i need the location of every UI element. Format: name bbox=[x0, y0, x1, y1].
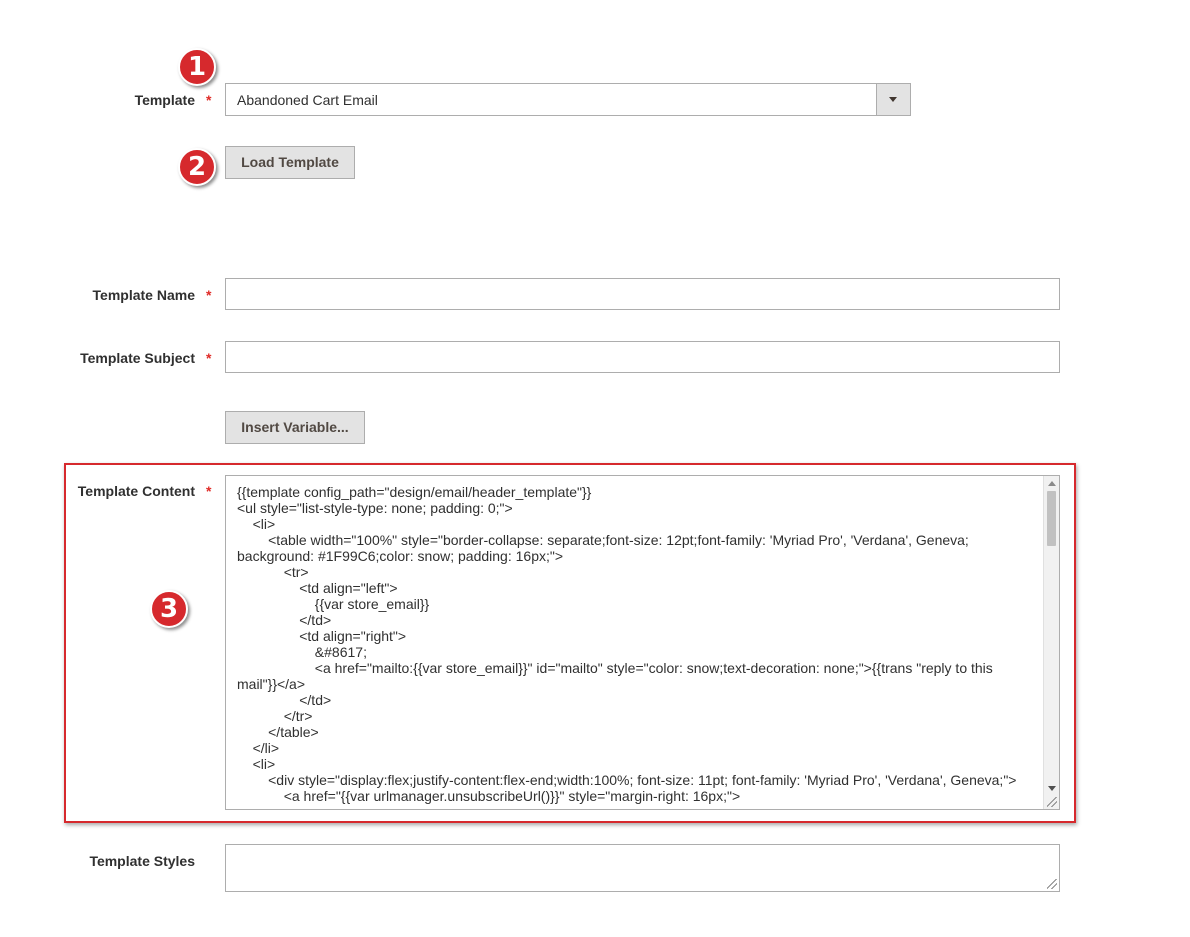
scroll-down-icon[interactable] bbox=[1048, 786, 1056, 791]
template-styles-textarea[interactable] bbox=[225, 844, 1060, 892]
template-name-label: Template Name bbox=[92, 287, 195, 303]
template-select[interactable]: Abandoned Cart Email bbox=[225, 83, 911, 116]
template-name-required-mark: * bbox=[206, 287, 212, 303]
load-template-button[interactable]: Load Template bbox=[225, 146, 355, 179]
template-label: Template bbox=[134, 92, 195, 108]
template-content-required-mark: * bbox=[206, 483, 212, 499]
template-styles-label: Template Styles bbox=[89, 853, 195, 869]
template-subject-input[interactable] bbox=[225, 341, 1060, 373]
resize-handle-icon[interactable] bbox=[1047, 879, 1057, 889]
step-3-badge: 3 bbox=[150, 590, 188, 628]
template-content-label: Template Content bbox=[77, 483, 195, 499]
template-select-value: Abandoned Cart Email bbox=[237, 92, 378, 108]
resize-handle-icon[interactable] bbox=[1047, 797, 1057, 807]
template-subject-label: Template Subject bbox=[80, 350, 195, 366]
scroll-up-icon[interactable] bbox=[1048, 481, 1056, 486]
template-select-toggle[interactable] bbox=[876, 84, 910, 115]
template-subject-required-mark: * bbox=[206, 350, 212, 366]
step-2-badge: 2 bbox=[178, 148, 216, 186]
template-name-input[interactable] bbox=[225, 278, 1060, 310]
template-content-scrollbar[interactable] bbox=[1043, 476, 1059, 809]
template-required-mark: * bbox=[206, 92, 212, 108]
insert-variable-button[interactable]: Insert Variable... bbox=[225, 411, 365, 444]
scroll-thumb[interactable] bbox=[1047, 491, 1056, 546]
template-content-textarea[interactable]: {{template config_path="design/email/hea… bbox=[225, 475, 1060, 810]
step-1-badge: 1 bbox=[178, 48, 216, 86]
chevron-down-icon bbox=[889, 97, 897, 102]
template-content-code[interactable]: {{template config_path="design/email/hea… bbox=[237, 484, 1031, 804]
